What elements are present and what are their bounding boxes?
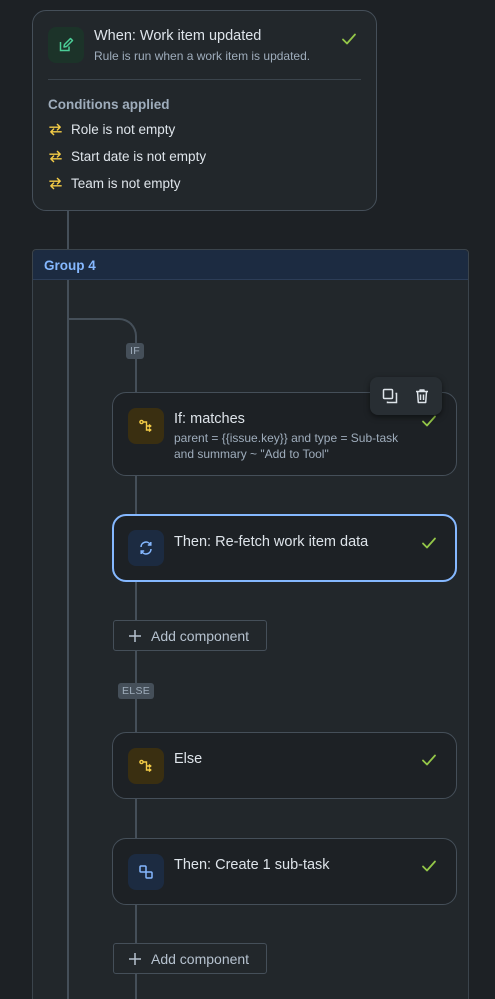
refresh-icon — [128, 530, 164, 566]
check-icon — [422, 537, 436, 549]
else-step-title: Else — [174, 751, 203, 767]
subtask-icon — [128, 854, 164, 890]
swap-icon — [49, 177, 62, 190]
step-toolbar — [370, 377, 442, 415]
divider — [48, 79, 361, 80]
connector-line — [67, 211, 69, 249]
trigger-description: Rule is run when a work item is updated. — [94, 49, 311, 63]
edit-icon — [48, 27, 84, 63]
add-component-label: Add component — [151, 627, 250, 644]
swap-icon — [49, 123, 62, 136]
connector-line — [67, 280, 69, 999]
create-subtask-step-title: Then: Create 1 sub-task — [174, 857, 330, 873]
condition-label: Start date is not empty — [71, 149, 207, 164]
branch-icon — [128, 748, 164, 784]
condition-label: Role is not empty — [71, 122, 176, 137]
if-label: IF — [126, 343, 144, 359]
check-icon — [422, 754, 436, 766]
refetch-step-card[interactable]: Then: Re-fetch work item data — [112, 514, 457, 582]
add-component-button[interactable]: Add component — [113, 620, 267, 651]
condition-item: Start date is not empty — [48, 149, 206, 164]
condition-item: Role is not empty — [48, 122, 175, 137]
trigger-title: When: Work item updated — [94, 28, 262, 44]
else-label: ELSE — [118, 683, 155, 699]
group-header[interactable]: Group 4 — [33, 250, 468, 280]
swap-icon — [49, 150, 62, 163]
condition-label: Team is not empty — [71, 176, 181, 191]
trigger-card[interactable]: When: Work item updated Rule is run when… — [32, 10, 377, 211]
copy-icon[interactable] — [379, 385, 401, 407]
trash-icon[interactable] — [411, 385, 433, 407]
check-icon — [422, 860, 436, 872]
check-icon — [342, 33, 356, 45]
plus-icon — [129, 629, 141, 642]
plus-icon — [129, 952, 141, 965]
branch-icon — [128, 408, 164, 444]
else-step-card[interactable]: Else — [112, 732, 457, 799]
condition-item: Team is not empty — [48, 176, 181, 191]
add-component-button[interactable]: Add component — [113, 943, 267, 974]
create-subtask-step-card[interactable]: Then: Create 1 sub-task — [112, 838, 457, 905]
conditions-heading: Conditions applied — [48, 97, 170, 112]
if-step-title: If: matches — [174, 411, 245, 427]
refetch-step-title: Then: Re-fetch work item data — [174, 534, 369, 550]
group-title: Group 4 — [44, 258, 96, 273]
add-component-label: Add component — [151, 950, 250, 967]
if-step-description: parent = {{issue.key}} and type = Sub-ta… — [174, 431, 399, 461]
